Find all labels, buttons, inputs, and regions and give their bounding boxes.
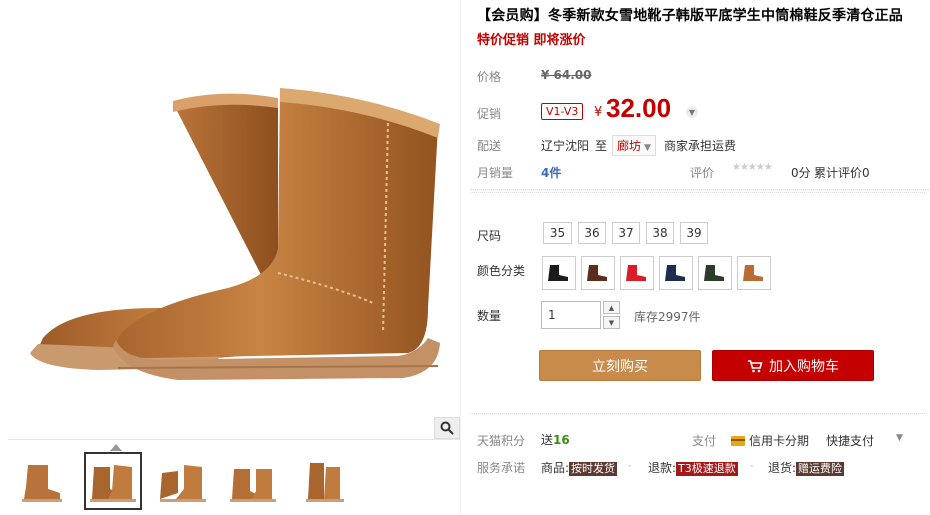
boot-thumb-icon	[90, 465, 136, 502]
thumbnail-1[interactable]	[14, 452, 72, 510]
gallery-divider	[8, 439, 460, 440]
current-price: 32.00	[606, 93, 672, 123]
main-product-image[interactable]	[8, 8, 460, 438]
boot-swatch-icon	[665, 265, 685, 281]
thumbnail-3[interactable]	[154, 452, 212, 510]
points-label: 天猫积分	[477, 434, 526, 448]
boot-swatch-icon	[626, 265, 646, 281]
payment-label: 支付	[692, 434, 717, 448]
quantity-input[interactable]: 1	[541, 301, 601, 329]
thumb-pointer-icon	[110, 444, 122, 451]
product-title: 【会员购】冬季新款女雪地靴子韩版平底学生中筒棉鞋反季清仓正品	[477, 8, 903, 24]
add-to-cart-button[interactable]: 加入购物车	[712, 350, 874, 381]
stock-count: 库存2997件	[634, 310, 701, 324]
size-option-37[interactable]: 37	[612, 222, 640, 244]
buy-now-label: 立刻购买	[592, 358, 648, 375]
points-amount: 16	[553, 433, 570, 447]
ship-from: 辽宁沈阳	[541, 139, 590, 153]
chevron-down-icon: ▼	[644, 143, 651, 153]
dot-separator: ·	[628, 459, 632, 473]
credit-card-installment[interactable]: 信用卡分期	[731, 432, 809, 449]
color-option-black[interactable]	[542, 256, 576, 290]
ship-on-time-badge[interactable]: 按时发货	[569, 462, 618, 476]
size-label: 尺码	[477, 229, 502, 243]
monthly-sales-count: 4件	[541, 166, 562, 180]
vip-level-badge: V1-V3	[541, 103, 584, 120]
review-count-link[interactable]: 累计评价0	[814, 164, 870, 181]
boots-photo	[30, 88, 440, 380]
size-value: 36	[584, 226, 600, 240]
shopping-cart-icon	[748, 359, 763, 372]
boot-swatch-icon	[587, 265, 607, 281]
color-option-red[interactable]	[620, 256, 654, 290]
thumbnail-2[interactable]	[84, 452, 142, 510]
size-value: 38	[652, 226, 668, 240]
magnifier-icon	[440, 421, 454, 435]
return-insurance-badge[interactable]: 赠运费险	[796, 462, 845, 476]
color-option-brown[interactable]	[581, 256, 615, 290]
boot-swatch-icon	[548, 265, 568, 281]
add-to-cart-label: 加入购物车	[769, 358, 839, 375]
rating-label: 评价	[690, 166, 715, 180]
rating-score: 0分	[791, 166, 811, 180]
boot-swatch-icon	[704, 265, 724, 281]
size-option-38[interactable]: 38	[646, 222, 674, 244]
color-option-dark-green[interactable]	[698, 256, 732, 290]
service-label: 服务承诺	[477, 461, 526, 475]
size-option-35[interactable]: 35	[543, 222, 572, 244]
rating-stars-icon: ★★★★★	[732, 162, 773, 173]
quantity-label: 数量	[477, 309, 502, 323]
original-price: ¥ 64.00	[541, 68, 592, 82]
quantity-decrease-button[interactable]: ▼	[603, 316, 620, 329]
quick-pay[interactable]: 快捷支付	[826, 432, 874, 449]
dot-separator: ·	[750, 459, 754, 473]
divider	[470, 192, 925, 193]
chevron-down-icon[interactable]: ▼	[896, 433, 903, 443]
promo-price-label: 促销	[477, 107, 502, 121]
color-option-chestnut[interactable]	[737, 256, 771, 290]
currency-symbol: ¥	[594, 105, 603, 120]
credit-card-label: 信用卡分期	[749, 434, 810, 448]
thumbnail-5[interactable]	[294, 452, 352, 510]
fast-refund-badge[interactable]: T3极速退款	[676, 462, 738, 476]
quantity-increase-button[interactable]: ▲	[603, 301, 620, 314]
boot-thumb-icon	[306, 463, 344, 502]
price-label: 价格	[477, 70, 502, 84]
points-prefix: 送	[541, 433, 554, 447]
size-value: 35	[549, 226, 566, 240]
refund-label: 退款:	[648, 461, 677, 475]
panel-divider	[460, 0, 461, 515]
ship-to-word: 至	[595, 139, 608, 153]
monthly-sales-label: 月销量	[477, 166, 514, 180]
boot-thumb-icon	[230, 469, 276, 502]
points-value: 送16	[541, 431, 570, 448]
destination-select[interactable]: 廊坊 ▼	[612, 135, 656, 156]
return-label: 退货:	[768, 461, 797, 475]
zoom-button[interactable]	[434, 417, 460, 439]
goods-label: 商品:	[541, 461, 570, 475]
color-option-navy[interactable]	[659, 256, 693, 290]
buy-now-button[interactable]: 立刻购买	[539, 350, 701, 381]
thumbnail-strip	[14, 452, 352, 510]
service-return: 退货: 赠运费险	[768, 459, 845, 476]
boot-thumb-icon	[22, 465, 62, 502]
color-label: 颜色分类	[477, 264, 526, 278]
size-option-39[interactable]: 39	[680, 222, 708, 244]
divider	[470, 413, 925, 414]
boot-swatch-icon	[743, 265, 763, 281]
size-value: 39	[686, 226, 702, 240]
thumbnail-4[interactable]	[224, 452, 282, 510]
shipping-label: 配送	[477, 139, 502, 153]
promo-text: 特价促销 即将涨价	[477, 33, 586, 48]
shipping-fee-note: 商家承担运费	[664, 139, 737, 153]
size-value: 37	[618, 226, 634, 240]
credit-card-icon	[731, 436, 745, 446]
size-option-36[interactable]: 36	[578, 222, 606, 244]
service-goods: 商品: 按时发货	[541, 459, 618, 476]
service-refund: 退款: T3极速退款	[648, 459, 738, 476]
boot-thumb-icon	[160, 465, 206, 502]
chevron-down-icon[interactable]: ▼	[686, 106, 698, 118]
destination-city: 廊坊	[617, 139, 642, 153]
